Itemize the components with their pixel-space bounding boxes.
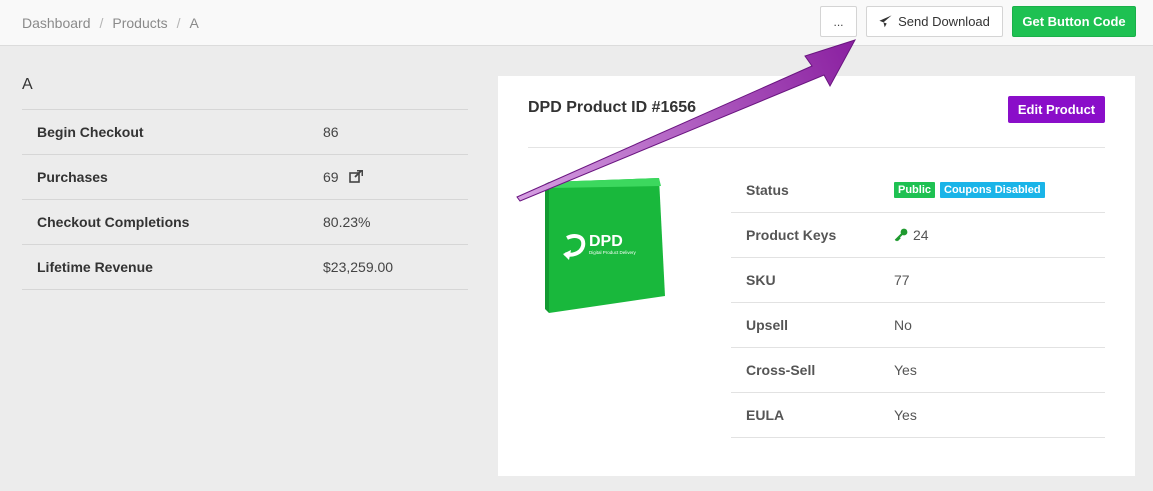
detail-label: EULA [746,407,785,423]
product-card: DPD Product ID #1656 Edit Product DPD Di… [498,76,1135,476]
more-options-button[interactable]: ... [820,6,857,37]
detail-label: Product Keys [746,227,837,243]
key-icon [894,228,908,242]
detail-value: Yes [894,407,917,423]
stat-row-purchases: Purchases 69 [22,155,468,200]
stat-row-checkout-completions: Checkout Completions 80.23% [22,200,468,245]
breadcrumb-products[interactable]: Products [112,15,167,31]
product-id-title: DPD Product ID #1656 [528,99,697,116]
send-download-button[interactable]: Send Download [866,6,1003,37]
detail-value: No [894,317,912,333]
stat-value: 69 [323,169,339,185]
product-keys-value-wrapper: 24 [894,227,929,243]
send-icon [879,15,892,28]
stats-table: Begin Checkout 86 Purchases 69 Checkout … [22,109,468,290]
stat-label: Begin Checkout [37,124,144,140]
stat-row-begin-checkout: Begin Checkout 86 [22,110,468,155]
detail-row-status: Status Public Coupons Disabled [731,168,1105,213]
stat-value: 86 [323,124,339,140]
detail-value: 77 [894,272,910,288]
card-divider [528,147,1105,148]
detail-row-product-keys: Product Keys 24 [731,213,1105,258]
stat-row-lifetime-revenue: Lifetime Revenue $23,259.00 [22,245,468,290]
page-title: A [22,76,33,93]
detail-value: Yes [894,362,917,378]
breadcrumb: Dashboard / Products / A [22,15,199,31]
get-button-code-label: Get Button Code [1022,14,1126,29]
get-button-code-button[interactable]: Get Button Code [1012,6,1136,37]
product-logo-text: DPD [589,233,623,250]
stat-value: $23,259.00 [323,259,394,275]
status-badge-coupons: Coupons Disabled [940,182,1045,198]
stat-value: 80.23% [323,214,371,230]
stat-label: Checkout Completions [37,214,190,230]
status-badge-public: Public [894,182,936,198]
product-details-table: Status Public Coupons Disabled Product K… [731,168,1105,438]
breadcrumb-separator: / [99,15,104,31]
stat-label: Purchases [37,169,108,185]
detail-label: Upsell [746,317,789,333]
more-options-label: ... [833,14,844,29]
external-link-icon[interactable] [348,170,363,184]
breadcrumb-current: A [189,15,199,31]
breadcrumb-dashboard[interactable]: Dashboard [22,15,91,31]
breadcrumb-separator: / [176,15,181,31]
stat-value-wrapper: 69 [323,169,363,185]
top-bar: Dashboard / Products / A ... Send Downlo… [0,0,1153,46]
stat-label: Lifetime Revenue [37,259,153,275]
detail-row-cross-sell: Cross-Sell Yes [731,348,1105,393]
detail-label: SKU [746,272,776,288]
detail-label: Status [746,182,789,198]
send-download-label: Send Download [898,14,990,29]
product-logo-tagline: Digital Product Delivery [589,250,637,255]
detail-row-upsell: Upsell No [731,303,1105,348]
edit-product-label: Edit Product [1017,102,1096,117]
detail-label: Cross-Sell [746,362,816,378]
product-image: DPD Digital Product Delivery [545,178,665,313]
status-badges: Public Coupons Disabled [894,182,1045,198]
product-keys-value: 24 [913,227,929,243]
edit-product-button[interactable]: Edit Product [1008,96,1105,123]
detail-row-eula: EULA Yes [731,393,1105,438]
detail-row-sku: SKU 77 [731,258,1105,303]
